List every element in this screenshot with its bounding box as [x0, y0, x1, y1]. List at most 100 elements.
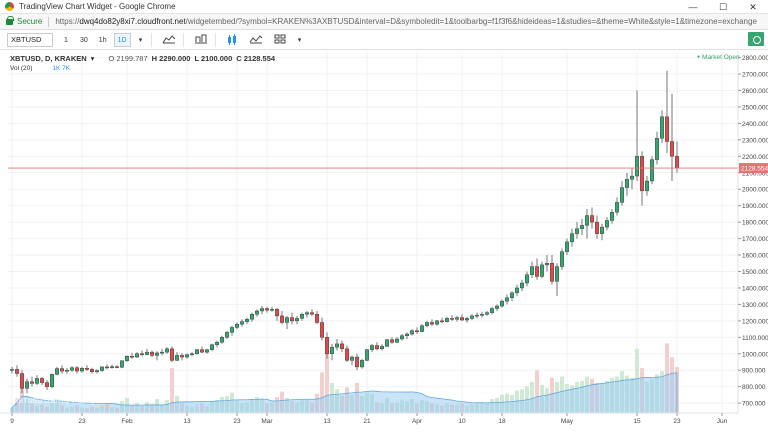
candle-body	[9, 369, 14, 371]
legend-dropdown-icon[interactable]: ▾	[91, 54, 95, 63]
candle-body	[139, 353, 144, 355]
indicators-icon[interactable]	[245, 33, 267, 47]
candle-body	[79, 368, 84, 372]
candle-body	[355, 356, 360, 368]
toolbar-divider	[214, 32, 216, 47]
legend-symbol: XBTUSD, D, KRAKEN	[10, 54, 87, 63]
time-tick-label: Mar	[261, 418, 273, 425]
price-tick-label: 1200.000	[742, 318, 768, 325]
time-tick-label: Jun	[717, 418, 728, 425]
candle-body	[300, 314, 305, 319]
price-tick-label: 1100.000	[742, 335, 768, 342]
candle-body	[45, 382, 50, 387]
candle-body	[440, 320, 445, 323]
price-tick-label: 1800.000	[742, 220, 768, 227]
time-tick-label: 13	[323, 418, 331, 425]
interval-dropdown-icon[interactable]: ▾	[134, 33, 148, 47]
candles-icon[interactable]	[222, 33, 242, 47]
time-tick-label: 23	[673, 418, 681, 425]
candle-body	[335, 343, 340, 348]
candle-body	[470, 315, 475, 319]
volume-values: 1K 7K	[52, 65, 71, 72]
candle-body	[174, 355, 179, 361]
candle-body	[530, 266, 535, 275]
candle-body	[425, 322, 430, 326]
more-dropdown-icon[interactable]: ▾	[293, 33, 307, 47]
templates-icon[interactable]	[270, 33, 290, 47]
candle-body	[480, 314, 485, 316]
candle-body	[510, 292, 515, 299]
candle-body	[450, 318, 455, 320]
candle-body	[224, 332, 229, 338]
candle-body	[229, 327, 234, 333]
compare-icon[interactable]	[190, 33, 212, 47]
url-text[interactable]: https://dwq4do82y8xi7.cloudfront.net/wid…	[55, 17, 757, 26]
interval-1d-button[interactable]: 1D	[113, 32, 131, 47]
minimize-button[interactable]: —	[678, 0, 708, 14]
candle-body	[445, 318, 450, 322]
candle-body	[214, 342, 219, 345]
candle-body	[244, 319, 249, 322]
snapshot-camera-icon[interactable]	[748, 32, 764, 46]
price-chart[interactable]: 700.000 800.000 900.000 1000.000 1100.000 120…	[0, 51, 768, 432]
candle-body	[325, 337, 330, 354]
candle-body	[535, 266, 540, 277]
candle-body	[455, 317, 460, 320]
price-tick-label: 1700.000	[742, 236, 768, 243]
candle-body	[285, 317, 290, 323]
candle-body	[660, 116, 665, 139]
price-tick-label: 1000.000	[742, 351, 768, 358]
secure-label: Secure	[17, 17, 43, 26]
candle-body	[265, 308, 270, 311]
candle-body	[375, 345, 380, 350]
candle-body	[465, 318, 470, 321]
chart-legend: XBTUSD, D, KRAKEN ▾ O 2199.787 H 2290.00…	[10, 54, 275, 63]
candle-body	[610, 212, 615, 221]
legend-high: H 2290.000	[151, 54, 191, 63]
price-tick-label: 800.000	[742, 384, 766, 391]
candle-body	[114, 366, 119, 368]
time-tick-label: 15	[633, 418, 641, 425]
candle-body	[540, 264, 545, 277]
candle-body	[280, 315, 285, 323]
candle-body	[184, 354, 189, 358]
price-tick-label: 2600.000	[742, 88, 768, 95]
candle-body	[35, 378, 40, 384]
candle-body	[485, 312, 490, 315]
address-bar[interactable]: Secure https://dwq4do82y8xi7.cloudfront.…	[0, 14, 768, 30]
price-tick-label: 1400.000	[742, 285, 768, 292]
candle-body	[575, 228, 580, 234]
url-scheme: https://	[55, 17, 80, 26]
symbol-search-input[interactable]: XBTUSD	[7, 32, 53, 47]
time-tick-label: May	[561, 418, 574, 425]
window-titlebar: TradingView Chart Widget - Google Chrome…	[0, 0, 768, 14]
interval-1h-button[interactable]: 1h	[95, 33, 111, 47]
close-button[interactable]: ✕	[738, 0, 768, 14]
price-tick-label: 700.000	[742, 401, 766, 408]
candle-body	[254, 310, 259, 315]
interval-30-button[interactable]: 30	[76, 33, 92, 47]
candle-body	[99, 366, 104, 371]
candle-body	[305, 312, 310, 315]
candle-body	[370, 345, 375, 350]
candle-body	[360, 360, 365, 368]
candle-body	[640, 156, 645, 192]
candle-body	[320, 322, 325, 338]
candle-body	[620, 187, 625, 203]
candle-body	[585, 215, 590, 226]
price-tick-label: 1900.000	[742, 203, 768, 210]
candle-body	[570, 233, 575, 243]
candle-body	[179, 355, 184, 358]
candle-body	[515, 287, 520, 294]
candle-body	[199, 349, 204, 353]
time-tick-label: 9	[10, 418, 14, 425]
interval-1-button[interactable]: 1	[59, 33, 73, 47]
candle-body	[30, 381, 35, 384]
candle-body	[204, 349, 209, 353]
volume-ma-area	[11, 372, 678, 414]
chart-style-icon[interactable]	[158, 33, 180, 47]
candle-body	[194, 349, 199, 354]
candle-body	[25, 381, 30, 389]
candle-body	[500, 300, 505, 307]
maximize-button[interactable]: ☐	[708, 0, 738, 14]
